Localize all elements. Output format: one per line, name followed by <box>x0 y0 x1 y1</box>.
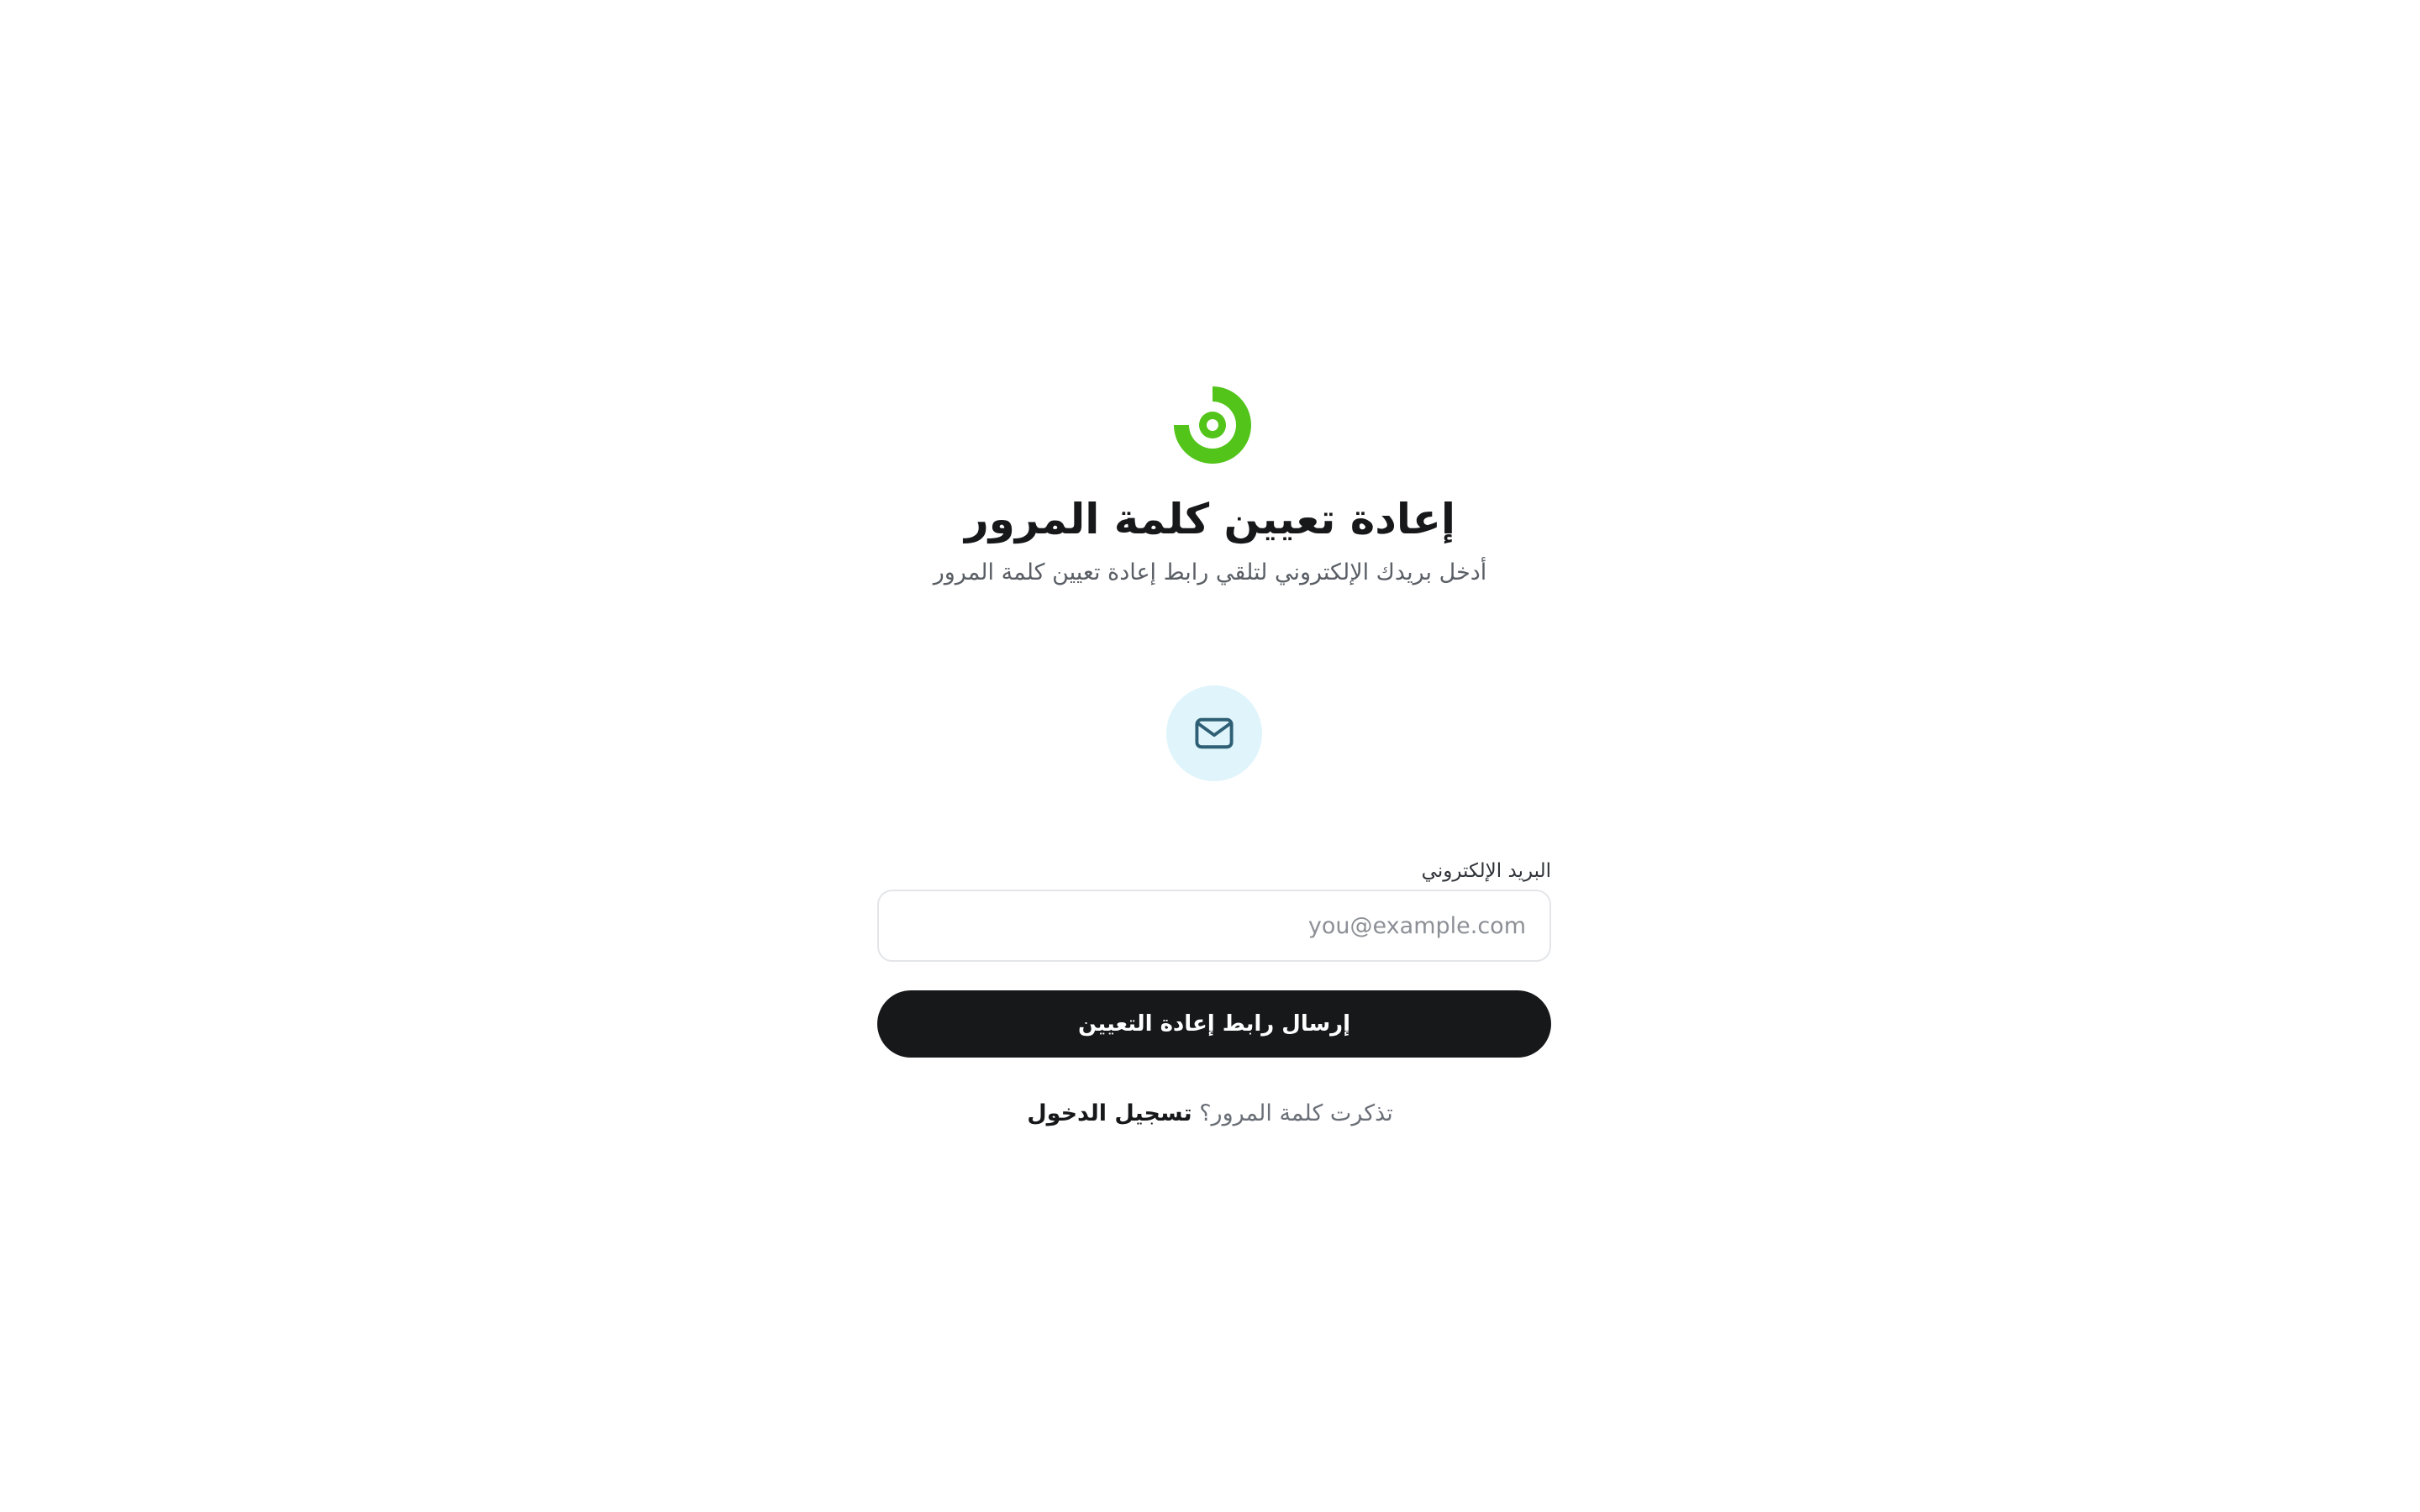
mail-illustration <box>1166 685 1262 781</box>
mail-icon <box>1195 717 1234 749</box>
page-title: إعادة تعيين كلمة المرور <box>964 495 1455 543</box>
login-link[interactable]: تسجيل الدخول <box>1027 1100 1192 1126</box>
brand-logo-icon <box>1171 383 1255 467</box>
login-prompt: تذكرت كلمة المرور؟ تسجيل الدخول <box>0 1097 2420 1131</box>
email-field-label: البريد الإلكتروني <box>1421 860 1551 882</box>
send-reset-link-button[interactable]: إرسال رابط إعادة التعيين <box>877 990 1551 1058</box>
email-field[interactable] <box>877 890 1551 962</box>
page-subtitle: أدخل بريدك الإلكتروني لتلقي رابط إعادة ت… <box>933 559 1487 585</box>
login-prompt-text: تذكرت كلمة المرور؟ <box>1199 1100 1393 1126</box>
reset-password-page: إعادة تعيين كلمة المرور أدخل بريدك الإلك… <box>0 0 2420 1512</box>
